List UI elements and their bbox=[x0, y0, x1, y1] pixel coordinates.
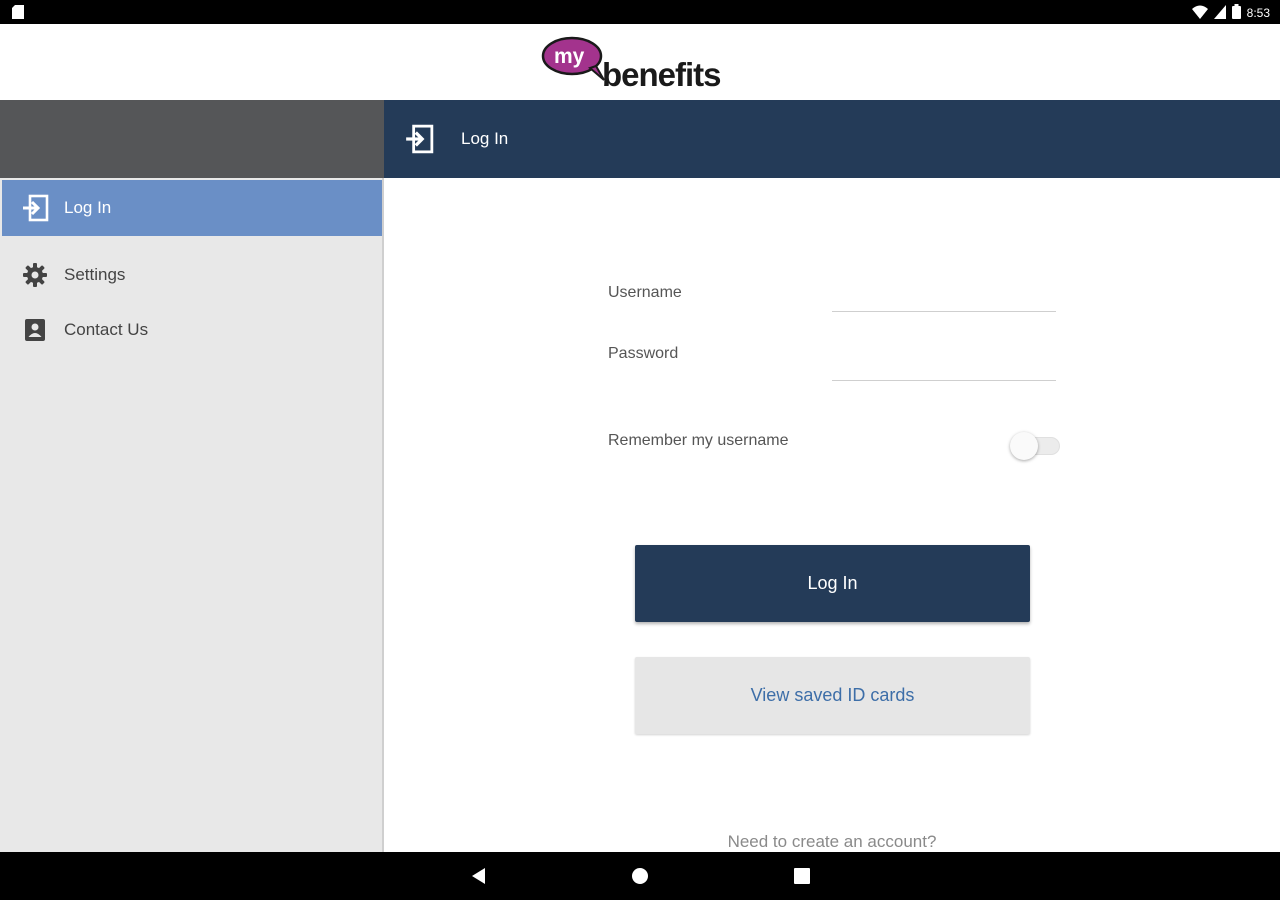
title-bar: Log In bbox=[384, 100, 1280, 178]
back-icon[interactable] bbox=[466, 864, 490, 888]
page-title: Log In bbox=[461, 129, 509, 148]
contact-book-icon bbox=[20, 315, 50, 345]
login-icon bbox=[404, 124, 434, 154]
log-in-button[interactable]: Log In bbox=[635, 545, 1030, 622]
clock: 8:53 bbox=[1246, 6, 1270, 20]
remember-username-toggle[interactable] bbox=[1010, 430, 1062, 460]
password-label: Password bbox=[608, 345, 679, 362]
username-label: Username bbox=[608, 284, 682, 301]
sidebar-item-label: Log In bbox=[64, 198, 112, 217]
remember-username-label: Remember my username bbox=[608, 432, 789, 449]
login-icon bbox=[20, 193, 50, 223]
wifi-icon bbox=[1191, 5, 1208, 22]
sidebar-item-log-in[interactable]: Log In bbox=[2, 180, 382, 236]
sd-card-icon bbox=[12, 5, 24, 24]
sidebar-item-label: Contact Us bbox=[64, 320, 149, 339]
password-input[interactable] bbox=[832, 351, 1056, 381]
sidebar-item-contact-us[interactable]: Contact Us bbox=[2, 302, 382, 358]
mybenefits-logo: my benefits bbox=[541, 36, 722, 93]
status-bar: 8:53 bbox=[0, 0, 1280, 24]
status-icons: 8:53 bbox=[1191, 4, 1270, 22]
sidebar-item-settings[interactable]: Settings bbox=[2, 247, 382, 303]
username-input[interactable] bbox=[832, 282, 1056, 312]
home-icon[interactable] bbox=[628, 864, 652, 888]
logo-word-my: my bbox=[554, 45, 585, 68]
recents-icon[interactable] bbox=[790, 864, 814, 888]
login-panel: Username Password Remember my username L… bbox=[384, 178, 1280, 852]
battery-icon bbox=[1231, 4, 1241, 22]
gear-icon bbox=[20, 260, 50, 290]
sidebar: Log In Settings Contact Us bbox=[0, 178, 384, 852]
create-account-link[interactable]: Need to create an account? bbox=[384, 832, 1280, 852]
system-navigation-bar bbox=[0, 852, 1280, 900]
view-saved-id-cards-button[interactable]: View saved ID cards bbox=[635, 657, 1030, 734]
sidebar-header bbox=[0, 100, 384, 178]
signal-icon bbox=[1213, 4, 1226, 22]
app-header: my benefits bbox=[0, 24, 1280, 100]
toggle-thumb bbox=[1010, 432, 1038, 460]
sidebar-item-label: Settings bbox=[64, 265, 126, 284]
logo-word-benefits: benefits bbox=[602, 56, 721, 93]
